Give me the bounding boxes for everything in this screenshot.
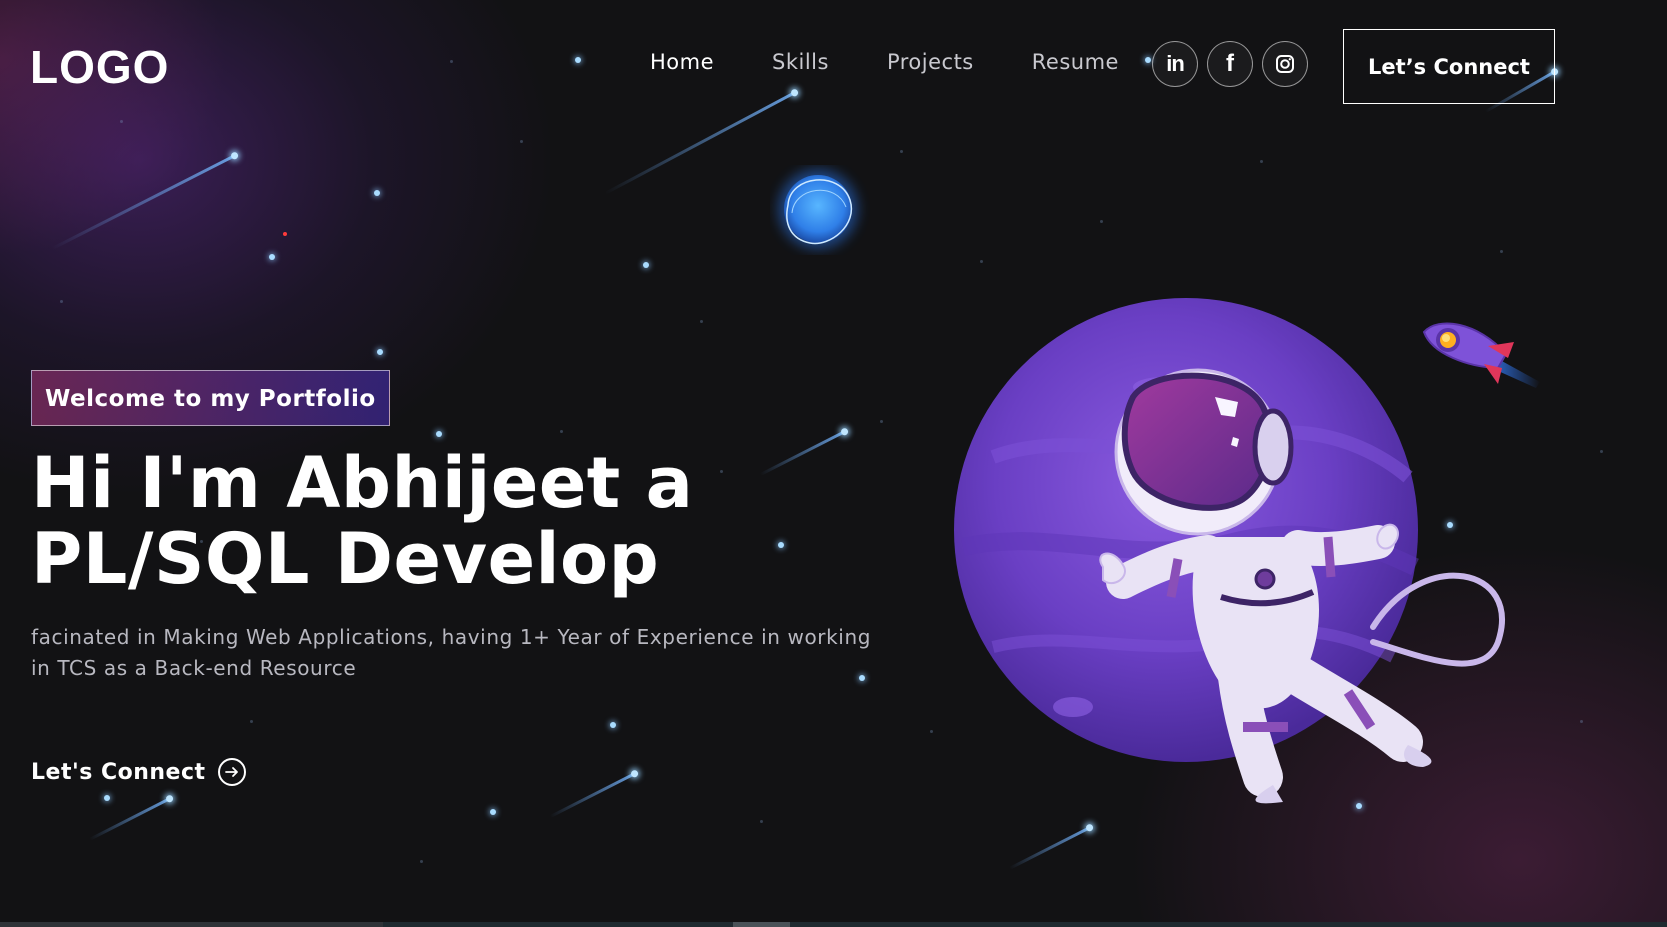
nav-link-projects[interactable]: Projects (887, 50, 974, 74)
nav-link-home[interactable]: Home (650, 50, 714, 74)
scrollbar-track-left (0, 922, 383, 927)
facebook-glyph: f (1226, 50, 1234, 77)
site-logo[interactable]: LOGO (30, 40, 169, 94)
hero-description: facinated in Making Web Applications, ha… (31, 625, 872, 680)
horizontal-scrollbar[interactable] (0, 922, 1667, 927)
arrow-right-circle-icon (217, 758, 246, 786)
welcome-tagline: Welcome to my Portfolio (31, 370, 390, 426)
lets-connect-button[interactable]: Let’s Connect (1343, 29, 1555, 104)
nav-link-resume[interactable]: Resume (1032, 50, 1119, 74)
hero-connect-label: Let's Connect (31, 759, 206, 785)
linkedin-glyph: in (1166, 51, 1185, 76)
facebook-icon[interactable]: f (1207, 41, 1253, 87)
rocket-illustration (1418, 312, 1543, 401)
instagram-glyph (1276, 55, 1294, 73)
hero-title: Hi I'm Abhijeet a PL/SQL Develop (31, 442, 694, 600)
scrollbar-thumb[interactable] (733, 922, 790, 927)
social-links: in f (1152, 41, 1308, 87)
linkedin-icon[interactable]: in (1152, 41, 1198, 87)
hero-connect-link[interactable]: Let's Connect (31, 758, 246, 786)
instagram-icon[interactable] (1262, 41, 1308, 87)
blue-planet-illustration (770, 165, 870, 259)
portfolio-page: LOGO Home Skills Projects Resume in f Le… (0, 0, 1667, 927)
main-navigation: Home Skills Projects Resume (650, 50, 1177, 74)
nav-link-skills[interactable]: Skills (772, 50, 829, 74)
